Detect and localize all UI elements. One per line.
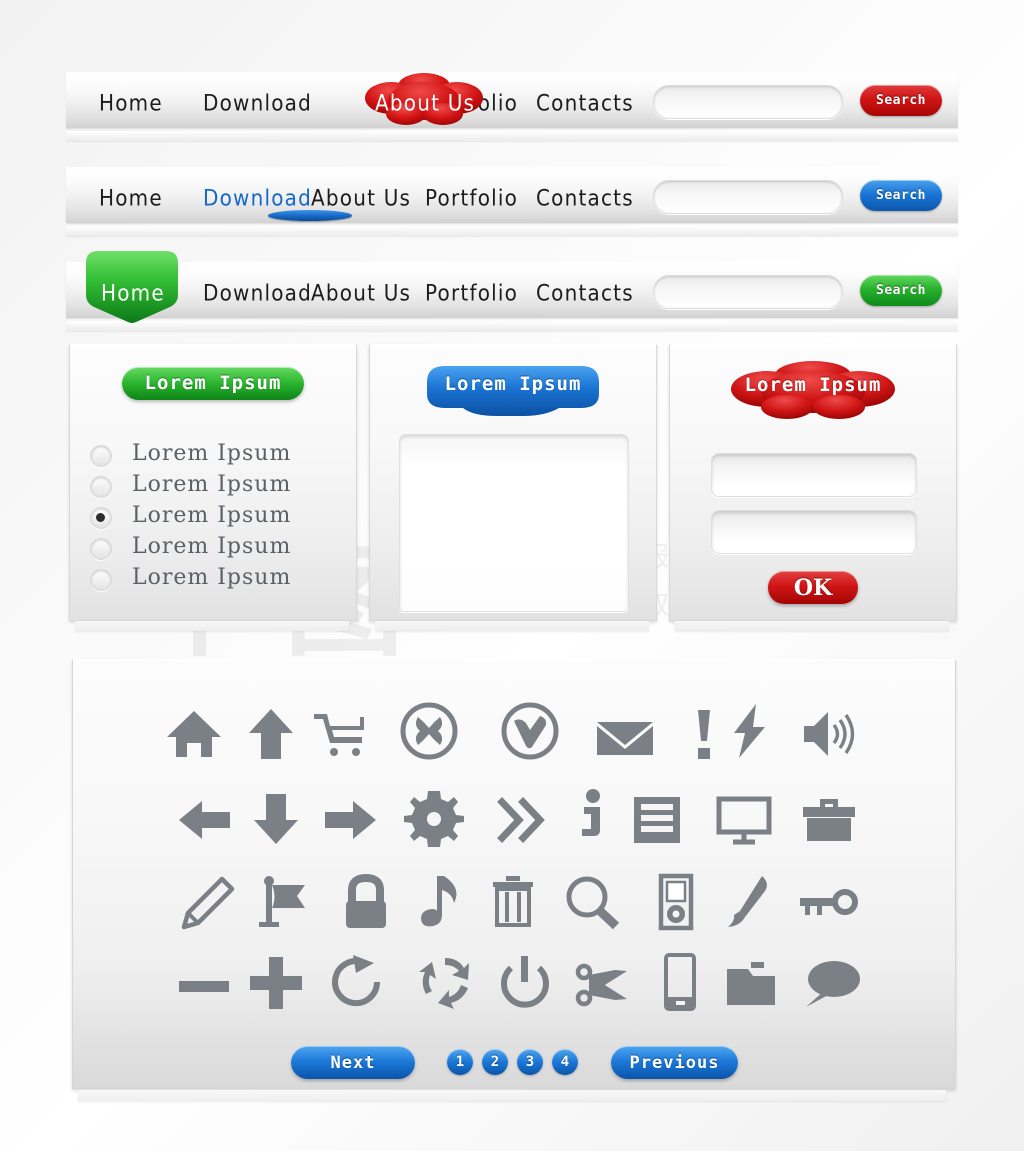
lorem-textarea[interactable] bbox=[399, 434, 629, 612]
monitor-icon[interactable] bbox=[713, 789, 775, 851]
mp3-player-icon[interactable] bbox=[645, 871, 707, 933]
key-icon[interactable] bbox=[797, 875, 859, 937]
search-input-blue[interactable] bbox=[653, 180, 843, 214]
flag-icon[interactable] bbox=[253, 872, 315, 934]
panel-form-foot bbox=[675, 621, 949, 631]
refresh-icon[interactable] bbox=[329, 952, 391, 1014]
list-document-icon[interactable] bbox=[626, 789, 688, 851]
nav-green-link-about-us[interactable]: About Us bbox=[311, 279, 411, 306]
nav-blue-link-portfolio[interactable]: Portfolio bbox=[425, 184, 518, 211]
navbar-blue-bar: Home Download About Us Portfolio Contact… bbox=[66, 167, 958, 223]
radio-indicator-selected[interactable] bbox=[90, 507, 112, 529]
lightning-bolt-icon[interactable] bbox=[718, 700, 780, 762]
arrow-left-icon[interactable] bbox=[174, 789, 236, 851]
arrow-right-icon[interactable] bbox=[319, 789, 381, 851]
magnifier-search-icon[interactable] bbox=[561, 872, 623, 934]
panel-radio-header-button[interactable]: Lorem Ipsum bbox=[122, 367, 304, 400]
navbar-blue-shadow bbox=[66, 226, 958, 236]
power-icon[interactable] bbox=[494, 952, 556, 1014]
envelope-icon[interactable] bbox=[594, 707, 656, 769]
form-field-1[interactable] bbox=[711, 453, 917, 497]
quill-brush-icon[interactable] bbox=[718, 871, 780, 933]
folder-icon[interactable] bbox=[720, 953, 782, 1015]
radio-label: Lorem Ipsum bbox=[132, 441, 292, 466]
panel-radio-list-foot bbox=[75, 621, 349, 631]
active-underline-shape bbox=[268, 210, 352, 221]
speaker-volume-icon[interactable] bbox=[798, 703, 860, 765]
briefcase-icon[interactable] bbox=[798, 789, 860, 851]
radio-label: Lorem Ipsum bbox=[132, 472, 292, 497]
arrow-up-icon[interactable] bbox=[240, 703, 302, 765]
scissors-icon[interactable] bbox=[573, 955, 635, 1017]
shopping-cart-icon[interactable] bbox=[310, 703, 372, 765]
navbar-green-shadow bbox=[66, 321, 958, 331]
navbar-green: Home Download About Us Portfolio Contact… bbox=[66, 251, 958, 331]
radio-label: Lorem Ipsum bbox=[132, 534, 292, 559]
page-number-4[interactable]: 4 bbox=[552, 1049, 578, 1075]
plus-icon[interactable] bbox=[245, 952, 307, 1014]
circle-check-icon[interactable] bbox=[499, 700, 561, 762]
navbar-green-bar: Home Download About Us Portfolio Contact… bbox=[66, 251, 958, 323]
page-number-3[interactable]: 3 bbox=[517, 1049, 543, 1075]
search-input-green[interactable] bbox=[653, 275, 843, 309]
gear-icon[interactable] bbox=[403, 788, 465, 850]
nav-green-link-download[interactable]: Download bbox=[203, 279, 312, 306]
panel-form-header-label: Lorem Ipsum bbox=[744, 374, 882, 396]
radio-label: Lorem Ipsum bbox=[132, 565, 292, 590]
page-number-2[interactable]: 2 bbox=[482, 1049, 508, 1075]
navbar-red-bar: Home Download About Us Portfolio Contact… bbox=[66, 72, 958, 128]
next-button[interactable]: Next bbox=[291, 1046, 415, 1079]
nav-red-link-contacts[interactable]: Contacts bbox=[536, 89, 634, 116]
recycle-icon[interactable] bbox=[414, 952, 476, 1014]
search-input-red[interactable] bbox=[653, 85, 843, 119]
nav-blue-link-about-us[interactable]: About Us bbox=[311, 184, 411, 211]
page-number-1[interactable]: 1 bbox=[447, 1049, 473, 1075]
nav-green-link-home[interactable]: Home bbox=[101, 279, 165, 306]
nav-red-link-about-us[interactable]: About Us bbox=[375, 89, 475, 116]
panel-textarea-header-label: Lorem Ipsum bbox=[444, 373, 582, 395]
panel-textarea-foot bbox=[375, 621, 649, 631]
panel-form-header-button[interactable]: Lorem Ipsum bbox=[727, 359, 899, 421]
radio-indicator[interactable] bbox=[90, 445, 112, 467]
radio-indicator[interactable] bbox=[90, 538, 112, 560]
search-button-red[interactable]: Search bbox=[860, 85, 942, 116]
form-field-2[interactable] bbox=[711, 510, 917, 554]
navbar-blue: Home Download About Us Portfolio Contact… bbox=[66, 167, 958, 236]
previous-button[interactable]: Previous bbox=[611, 1046, 738, 1079]
radio-indicator[interactable] bbox=[90, 569, 112, 591]
search-button-blue[interactable]: Search bbox=[860, 180, 942, 211]
nav-blue-link-contacts[interactable]: Contacts bbox=[536, 184, 634, 211]
speech-bubble-icon[interactable] bbox=[800, 953, 862, 1015]
pencil-edit-icon[interactable] bbox=[176, 873, 238, 935]
nav-green-link-portfolio[interactable]: Portfolio bbox=[425, 279, 518, 306]
info-icon[interactable] bbox=[560, 786, 622, 848]
ui-kit-stage: 千图 营销创意服务与协作平台 商用请获取授权 bbox=[0, 0, 1024, 1151]
search-button-green[interactable]: Search bbox=[860, 275, 942, 306]
circle-close-icon[interactable] bbox=[398, 700, 460, 762]
nav-red-link-download[interactable]: Download bbox=[203, 89, 312, 116]
minus-icon[interactable] bbox=[173, 955, 235, 1017]
navbar-red: Home Download About Us Portfolio Contact… bbox=[66, 72, 958, 141]
home-icon[interactable] bbox=[163, 703, 225, 765]
panel-textarea-header-button[interactable]: Lorem Ipsum bbox=[427, 364, 599, 420]
music-note-icon[interactable] bbox=[410, 871, 472, 933]
trash-icon[interactable] bbox=[482, 870, 544, 932]
radio-indicator[interactable] bbox=[90, 476, 112, 498]
lock-icon[interactable] bbox=[335, 872, 397, 934]
icon-panel-foot bbox=[78, 1090, 946, 1101]
double-chevron-right-icon[interactable] bbox=[490, 789, 552, 851]
nav-green-link-contacts[interactable]: Contacts bbox=[536, 279, 634, 306]
arrow-down-icon[interactable] bbox=[245, 788, 307, 850]
form-submit-button[interactable]: OK bbox=[768, 571, 858, 604]
nav-blue-link-download[interactable]: Download bbox=[203, 184, 312, 211]
smartphone-icon[interactable] bbox=[649, 951, 711, 1013]
nav-red-link-home[interactable]: Home bbox=[99, 89, 163, 116]
nav-blue-link-home[interactable]: Home bbox=[99, 184, 163, 211]
navbar-red-shadow bbox=[66, 131, 958, 141]
radio-label: Lorem Ipsum bbox=[132, 503, 292, 528]
